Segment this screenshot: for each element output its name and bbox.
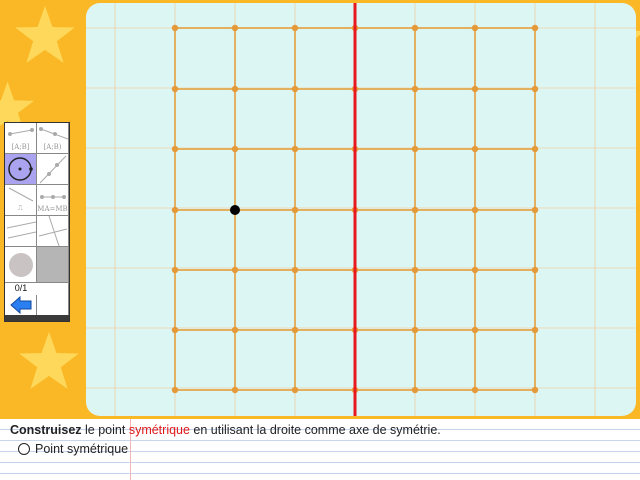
grid-node[interactable] bbox=[171, 326, 179, 334]
grid-node[interactable] bbox=[171, 206, 179, 214]
point-icon bbox=[9, 253, 33, 277]
grid-node[interactable] bbox=[471, 145, 479, 153]
grid-node[interactable] bbox=[531, 266, 539, 274]
instruction-verb: Construisez bbox=[10, 423, 82, 437]
circle-tool[interactable] bbox=[5, 154, 37, 185]
line-icon bbox=[39, 155, 67, 184]
given-point[interactable] bbox=[230, 205, 240, 215]
grid-node[interactable] bbox=[471, 85, 479, 93]
circle-tool-icon bbox=[8, 157, 33, 181]
grid-node[interactable] bbox=[171, 145, 179, 153]
instruction-text: Construisez le point symétrique en utili… bbox=[10, 423, 441, 437]
instruction-panel: Construisez le point symétrique en utili… bbox=[0, 419, 640, 480]
grid-node[interactable] bbox=[291, 206, 299, 214]
grid-node[interactable] bbox=[531, 85, 539, 93]
perpendicular-tool[interactable] bbox=[5, 216, 37, 247]
grid-node[interactable] bbox=[411, 206, 419, 214]
grid-node[interactable] bbox=[231, 24, 239, 32]
instruction-highlight: symétrique bbox=[128, 423, 190, 437]
radio-button[interactable] bbox=[18, 443, 30, 455]
grid-node[interactable] bbox=[231, 85, 239, 93]
grid-node[interactable] bbox=[411, 326, 419, 334]
grid-node[interactable] bbox=[291, 386, 299, 394]
instruction-part2: en utilisant la droite comme axe de symé… bbox=[189, 423, 441, 437]
grid-node[interactable] bbox=[531, 145, 539, 153]
line-tool[interactable] bbox=[37, 154, 69, 185]
star-decoration-icon bbox=[19, 331, 79, 389]
grid-node[interactable] bbox=[471, 206, 479, 214]
grid-node[interactable] bbox=[231, 266, 239, 274]
grid-node[interactable] bbox=[471, 266, 479, 274]
compass-tool-label: ⎍ bbox=[18, 204, 23, 212]
grid-node[interactable] bbox=[231, 145, 239, 153]
grid-node[interactable] bbox=[291, 266, 299, 274]
grid-node[interactable] bbox=[171, 266, 179, 274]
geometry-canvas[interactable] bbox=[86, 3, 636, 416]
midpoint-tool[interactable]: MA=MB bbox=[37, 185, 69, 216]
tool-palette: [A;B] [A;B) ⎍ MA=MB 0/1 bbox=[4, 122, 70, 322]
answer-option-label: Point symétrique bbox=[35, 442, 129, 456]
grid-node[interactable] bbox=[411, 145, 419, 153]
grid-node[interactable] bbox=[411, 386, 419, 394]
grid-figure[interactable] bbox=[86, 3, 636, 416]
segment-tool[interactable]: [A;B] bbox=[5, 123, 37, 154]
grid-node[interactable] bbox=[171, 24, 179, 32]
ray-tool[interactable]: [A;B) bbox=[37, 123, 69, 154]
grid-node[interactable] bbox=[411, 85, 419, 93]
grid-node[interactable] bbox=[291, 24, 299, 32]
parallel-icon bbox=[38, 216, 68, 246]
grid-node[interactable] bbox=[531, 206, 539, 214]
compass-tool[interactable]: ⎍ bbox=[5, 185, 37, 216]
answer-option[interactable]: Point symétrique bbox=[18, 442, 128, 456]
grid-node[interactable] bbox=[531, 386, 539, 394]
star-decoration-icon bbox=[15, 5, 75, 63]
back-button[interactable] bbox=[5, 295, 37, 315]
perpendicular-icon bbox=[6, 221, 36, 239]
grid-node[interactable] bbox=[231, 386, 239, 394]
eraser-tool[interactable] bbox=[37, 247, 69, 283]
grid-node[interactable] bbox=[471, 326, 479, 334]
segment-tool-label: [A;B] bbox=[11, 143, 30, 151]
back-arrow-icon bbox=[10, 295, 32, 315]
grid-node[interactable] bbox=[171, 85, 179, 93]
grid-node[interactable] bbox=[411, 24, 419, 32]
point-tool[interactable] bbox=[5, 247, 37, 283]
instruction-part1: le point bbox=[81, 423, 129, 437]
grid-node[interactable] bbox=[291, 326, 299, 334]
grid-node[interactable] bbox=[531, 24, 539, 32]
grid-node[interactable] bbox=[231, 326, 239, 334]
ray-tool-label: [A;B) bbox=[43, 143, 62, 151]
parallel-tool[interactable] bbox=[37, 216, 69, 247]
midpoint-tool-label: MA=MB bbox=[37, 205, 68, 213]
grid-node[interactable] bbox=[291, 85, 299, 93]
grid-node[interactable] bbox=[171, 386, 179, 394]
toolbar-footer bbox=[5, 315, 69, 321]
score-counter: 0/1 bbox=[14, 283, 28, 293]
empty-tool-slot bbox=[37, 283, 69, 315]
grid-node[interactable] bbox=[411, 266, 419, 274]
grid-node[interactable] bbox=[531, 326, 539, 334]
grid-node[interactable] bbox=[291, 145, 299, 153]
grid-node[interactable] bbox=[471, 386, 479, 394]
grid-node[interactable] bbox=[471, 24, 479, 32]
